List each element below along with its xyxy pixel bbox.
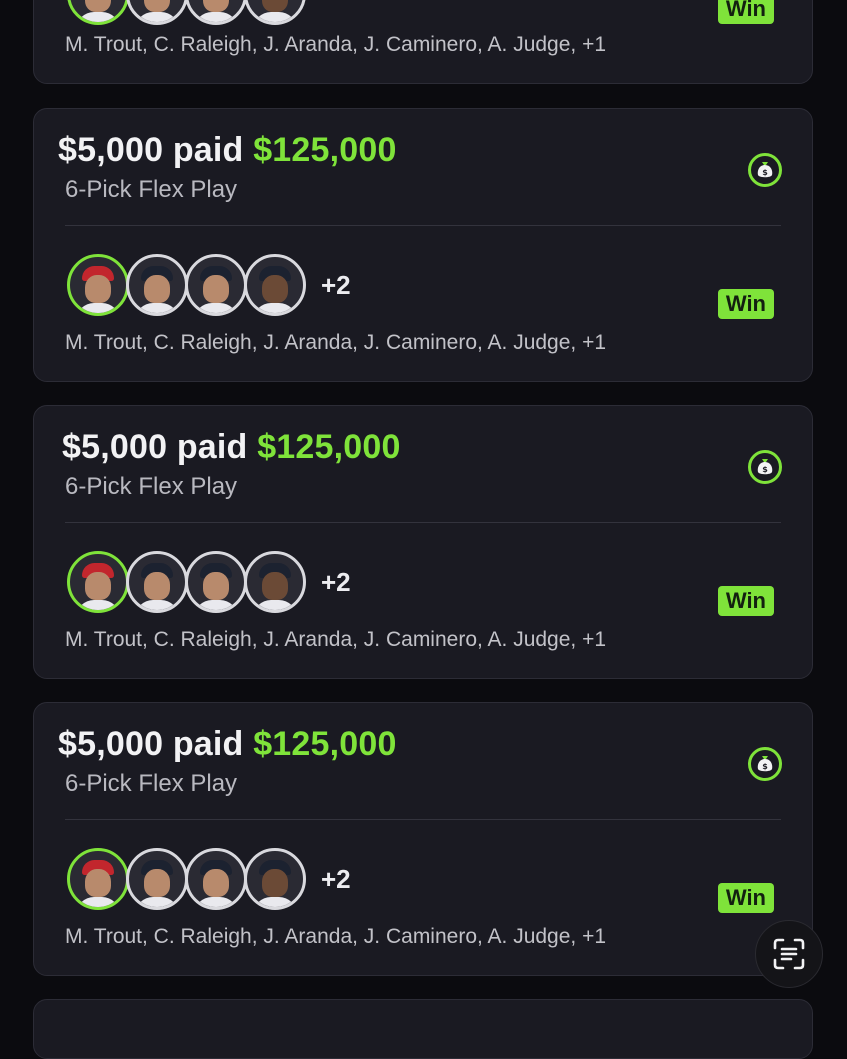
player-avatar	[244, 551, 306, 613]
entry-title: $5,000 paid $125,000	[58, 131, 397, 170]
players-list: M. Trout, C. Raleigh, J. Aranda, J. Cami…	[65, 331, 607, 354]
player-avatar	[244, 0, 306, 25]
players-list: M. Trout, C. Raleigh, J. Aranda, J. Cami…	[65, 628, 607, 651]
player-avatar	[67, 848, 129, 910]
money-bag-icon[interactable]: $	[748, 450, 782, 484]
payout-amount: $125,000	[253, 725, 397, 763]
entry-title: $5,000 paid $125,000	[58, 725, 397, 764]
paid-amount: $5,000 paid	[62, 428, 248, 466]
divider	[65, 522, 781, 523]
play-type: 6-Pick Flex Play	[65, 770, 238, 797]
players-list: M. Trout, C. Raleigh, J. Aranda, J. Cami…	[65, 925, 607, 948]
payout-amount: $125,000	[253, 131, 397, 169]
player-avatar	[185, 254, 247, 316]
divider	[65, 225, 781, 226]
player-avatar	[185, 848, 247, 910]
more-players-count: +2	[321, 269, 351, 300]
svg-text:$: $	[762, 762, 768, 771]
player-avatar	[126, 254, 188, 316]
paid-amount: $5,000 paid	[58, 725, 244, 763]
text-scan-icon	[773, 938, 805, 970]
divider	[65, 819, 781, 820]
text-scan-button[interactable]	[755, 920, 823, 988]
entry-title: $5,000 paid $125,000	[62, 428, 401, 467]
entry-card[interactable]: $5,000 paid $125,000 6-Pick Flex Play $ …	[33, 702, 813, 976]
more-players-count: +2	[321, 566, 351, 597]
entry-card[interactable]: $5,000 paid $125,000 6-Pick Flex Play $ …	[33, 405, 813, 679]
players-list: M. Trout, C. Raleigh, J. Aranda, J. Cami…	[65, 33, 607, 56]
money-bag-icon[interactable]: $	[748, 747, 782, 781]
player-avatar	[185, 551, 247, 613]
entry-card-partial-bottom[interactable]	[33, 999, 813, 1059]
payout-amount: $125,000	[257, 428, 401, 466]
money-bag-icon[interactable]: $	[748, 153, 782, 187]
player-avatar	[67, 551, 129, 613]
win-badge: Win	[717, 586, 774, 616]
svg-text:$: $	[762, 168, 768, 177]
player-avatar	[126, 551, 188, 613]
svg-text:$: $	[762, 465, 768, 474]
player-avatar	[126, 848, 188, 910]
win-badge: Win	[717, 289, 774, 319]
player-avatar	[67, 254, 129, 316]
play-type: 6-Pick Flex Play	[65, 176, 238, 203]
player-avatars: +2	[67, 846, 351, 912]
player-avatar	[244, 254, 306, 316]
more-players-count: +2	[321, 863, 351, 894]
player-avatars: +2	[67, 549, 351, 615]
play-type: 6-Pick Flex Play	[65, 473, 238, 500]
player-avatar	[126, 0, 188, 25]
win-badge: Win	[717, 0, 774, 24]
entry-card-partial-top[interactable]: Win M. Trout, C. Raleigh, J. Aranda, J. …	[33, 0, 813, 84]
paid-amount: $5,000 paid	[58, 131, 244, 169]
entry-card[interactable]: $5,000 paid $125,000 6-Pick Flex Play $ …	[33, 108, 813, 382]
win-badge: Win	[717, 883, 774, 913]
player-avatar	[244, 848, 306, 910]
player-avatars: +2	[67, 252, 351, 318]
player-avatar	[67, 0, 129, 25]
player-avatar	[185, 0, 247, 25]
player-avatars	[67, 0, 306, 27]
